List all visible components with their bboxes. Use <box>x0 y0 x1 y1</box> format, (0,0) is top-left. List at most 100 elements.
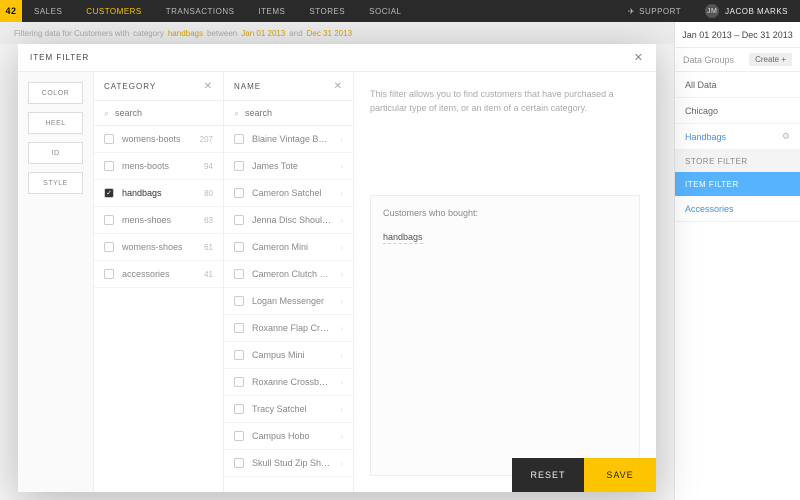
name-header: NAME <box>234 82 261 91</box>
chevron-right-icon: › <box>340 216 343 225</box>
row-label: Jenna Disc Shoulder <box>252 215 332 225</box>
row-label: Roxanne Crossbody <box>252 377 332 387</box>
name-row[interactable]: Cameron Mini› <box>224 234 353 261</box>
name-row[interactable]: Roxanne Flap Crossbody› <box>224 315 353 342</box>
category-row[interactable]: womens-boots207 <box>94 126 223 153</box>
checkbox-icon <box>104 242 114 252</box>
row-label: handbags <box>122 188 196 198</box>
close-icon[interactable]: ✕ <box>334 81 343 92</box>
row-label: Roxanne Flap Crossbody <box>252 323 332 333</box>
row-label: Campus Hobo <box>252 431 332 441</box>
accessories-link[interactable]: Accessories <box>675 196 800 222</box>
row-count: 207 <box>200 135 213 144</box>
row-label: mens-boots <box>122 161 196 171</box>
row-label: Cameron Clutch Crossbo… <box>252 269 332 279</box>
row-label: Blaine Vintage Back Pack <box>252 134 332 144</box>
filter-description: This filter allows you to find customers… <box>370 88 640 115</box>
summary-title: Customers who bought: <box>383 208 627 218</box>
row-label: James Tote <box>252 161 332 171</box>
save-button[interactable]: SAVE <box>584 458 656 492</box>
filter-chip-color[interactable]: COLOR <box>28 82 83 104</box>
top-nav: 42 SALESCUSTOMERSTRANSACTIONSITEMSSTORES… <box>0 0 800 22</box>
name-row[interactable]: Campus Hobo› <box>224 423 353 450</box>
search-icon: ⌕ <box>104 108 109 119</box>
avatar: JM <box>705 4 719 18</box>
user-menu[interactable]: JM JACOB MARKS <box>693 4 800 18</box>
chevron-right-icon: › <box>340 270 343 279</box>
row-label: Tracy Satchel <box>252 404 332 414</box>
checkbox-icon <box>234 269 244 279</box>
checkbox-icon <box>234 404 244 414</box>
row-label: Cameron Satchel <box>252 188 332 198</box>
name-row[interactable]: Skull Stud Zip Shoulder › <box>224 450 353 477</box>
nav-stores[interactable]: STORES <box>297 0 357 22</box>
item-filter-section[interactable]: ITEM FILTER <box>675 172 800 196</box>
checkbox-icon <box>234 242 244 252</box>
support-link[interactable]: ✈ SUPPORT <box>616 7 693 16</box>
nav-sales[interactable]: SALES <box>22 0 74 22</box>
chevron-right-icon: › <box>340 162 343 171</box>
date-range[interactable]: Jan 01 2013 – Dec 31 2013 <box>675 22 800 48</box>
chevron-right-icon: › <box>340 351 343 360</box>
gear-icon[interactable]: ⚙ <box>782 131 790 142</box>
checkbox-icon <box>234 134 244 144</box>
name-row[interactable]: James Tote › <box>224 153 353 180</box>
data-group-item-active[interactable]: Handbags ⚙ <box>675 124 800 150</box>
name-row[interactable]: Campus Mini › <box>224 342 353 369</box>
category-header: CATEGORY <box>104 82 156 91</box>
data-group-label: Handbags <box>685 132 726 142</box>
name-row[interactable]: Cameron Clutch Crossbo… › <box>224 261 353 288</box>
checkbox-icon <box>104 269 114 279</box>
paper-plane-icon: ✈ <box>628 7 635 16</box>
category-row[interactable]: mens-shoes 63 <box>94 207 223 234</box>
search-input[interactable] <box>245 108 362 118</box>
close-icon[interactable]: ✕ <box>204 81 213 92</box>
row-label: Cameron Mini <box>252 242 332 252</box>
checkbox-icon <box>234 188 244 198</box>
row-count: 94 <box>204 162 213 171</box>
filter-type-list: COLOR HEEL ID STYLE <box>18 72 94 492</box>
category-row[interactable]: mens-boots 94 <box>94 153 223 180</box>
nav-transactions[interactable]: TRANSACTIONS <box>154 0 247 22</box>
search-input[interactable] <box>115 108 232 118</box>
data-group-item[interactable]: All Data <box>675 72 800 98</box>
name-row[interactable]: Cameron Satchel› <box>224 180 353 207</box>
store-filter-section[interactable]: STORE FILTER <box>675 150 800 172</box>
name-row[interactable]: Jenna Disc Shoulder › <box>224 207 353 234</box>
nav-social[interactable]: SOCIAL <box>357 0 413 22</box>
selected-tag[interactable]: handbags <box>383 232 423 244</box>
data-group-item[interactable]: Chicago <box>675 98 800 124</box>
row-label: mens-shoes <box>122 215 196 225</box>
nav-items[interactable]: ITEMS <box>246 0 297 22</box>
checkbox-icon: ✓ <box>104 188 114 198</box>
filter-chip-style[interactable]: STYLE <box>28 172 83 194</box>
name-row[interactable]: Tracy Satchel› <box>224 396 353 423</box>
filter-chip-heel[interactable]: HEEL <box>28 112 83 134</box>
chevron-right-icon: › <box>340 459 343 468</box>
category-search[interactable]: ⌕ <box>94 100 223 126</box>
name-row[interactable]: Blaine Vintage Back Pack› <box>224 126 353 153</box>
reset-button[interactable]: RESET <box>512 458 584 492</box>
category-row[interactable]: accessories41 <box>94 261 223 288</box>
nav-customers[interactable]: CUSTOMERS <box>74 0 153 22</box>
row-count: 80 <box>204 189 213 198</box>
row-label: Logan Messenger <box>252 296 332 306</box>
checkbox-icon <box>234 377 244 387</box>
checkbox-icon <box>234 350 244 360</box>
checkbox-icon <box>104 134 114 144</box>
row-count: 61 <box>204 243 213 252</box>
filter-chip-id[interactable]: ID <box>28 142 83 164</box>
right-panel: Jan 01 2013 – Dec 31 2013 Data Groups Cr… <box>674 22 800 500</box>
chevron-right-icon: › <box>340 297 343 306</box>
row-label: Skull Stud Zip Shoulder <box>252 458 332 468</box>
row-count: 63 <box>204 216 213 225</box>
name-search[interactable]: ⌕ <box>224 100 353 126</box>
create-group-button[interactable]: Create + <box>749 53 792 66</box>
category-row[interactable]: ✓ handbags 80 <box>94 180 223 207</box>
checkbox-icon <box>234 296 244 306</box>
row-label: Campus Mini <box>252 350 332 360</box>
category-row[interactable]: womens-shoes61 <box>94 234 223 261</box>
name-row[interactable]: Roxanne Crossbody› <box>224 369 353 396</box>
close-icon[interactable]: ✕ <box>634 51 644 64</box>
name-row[interactable]: Logan Messenger › <box>224 288 353 315</box>
